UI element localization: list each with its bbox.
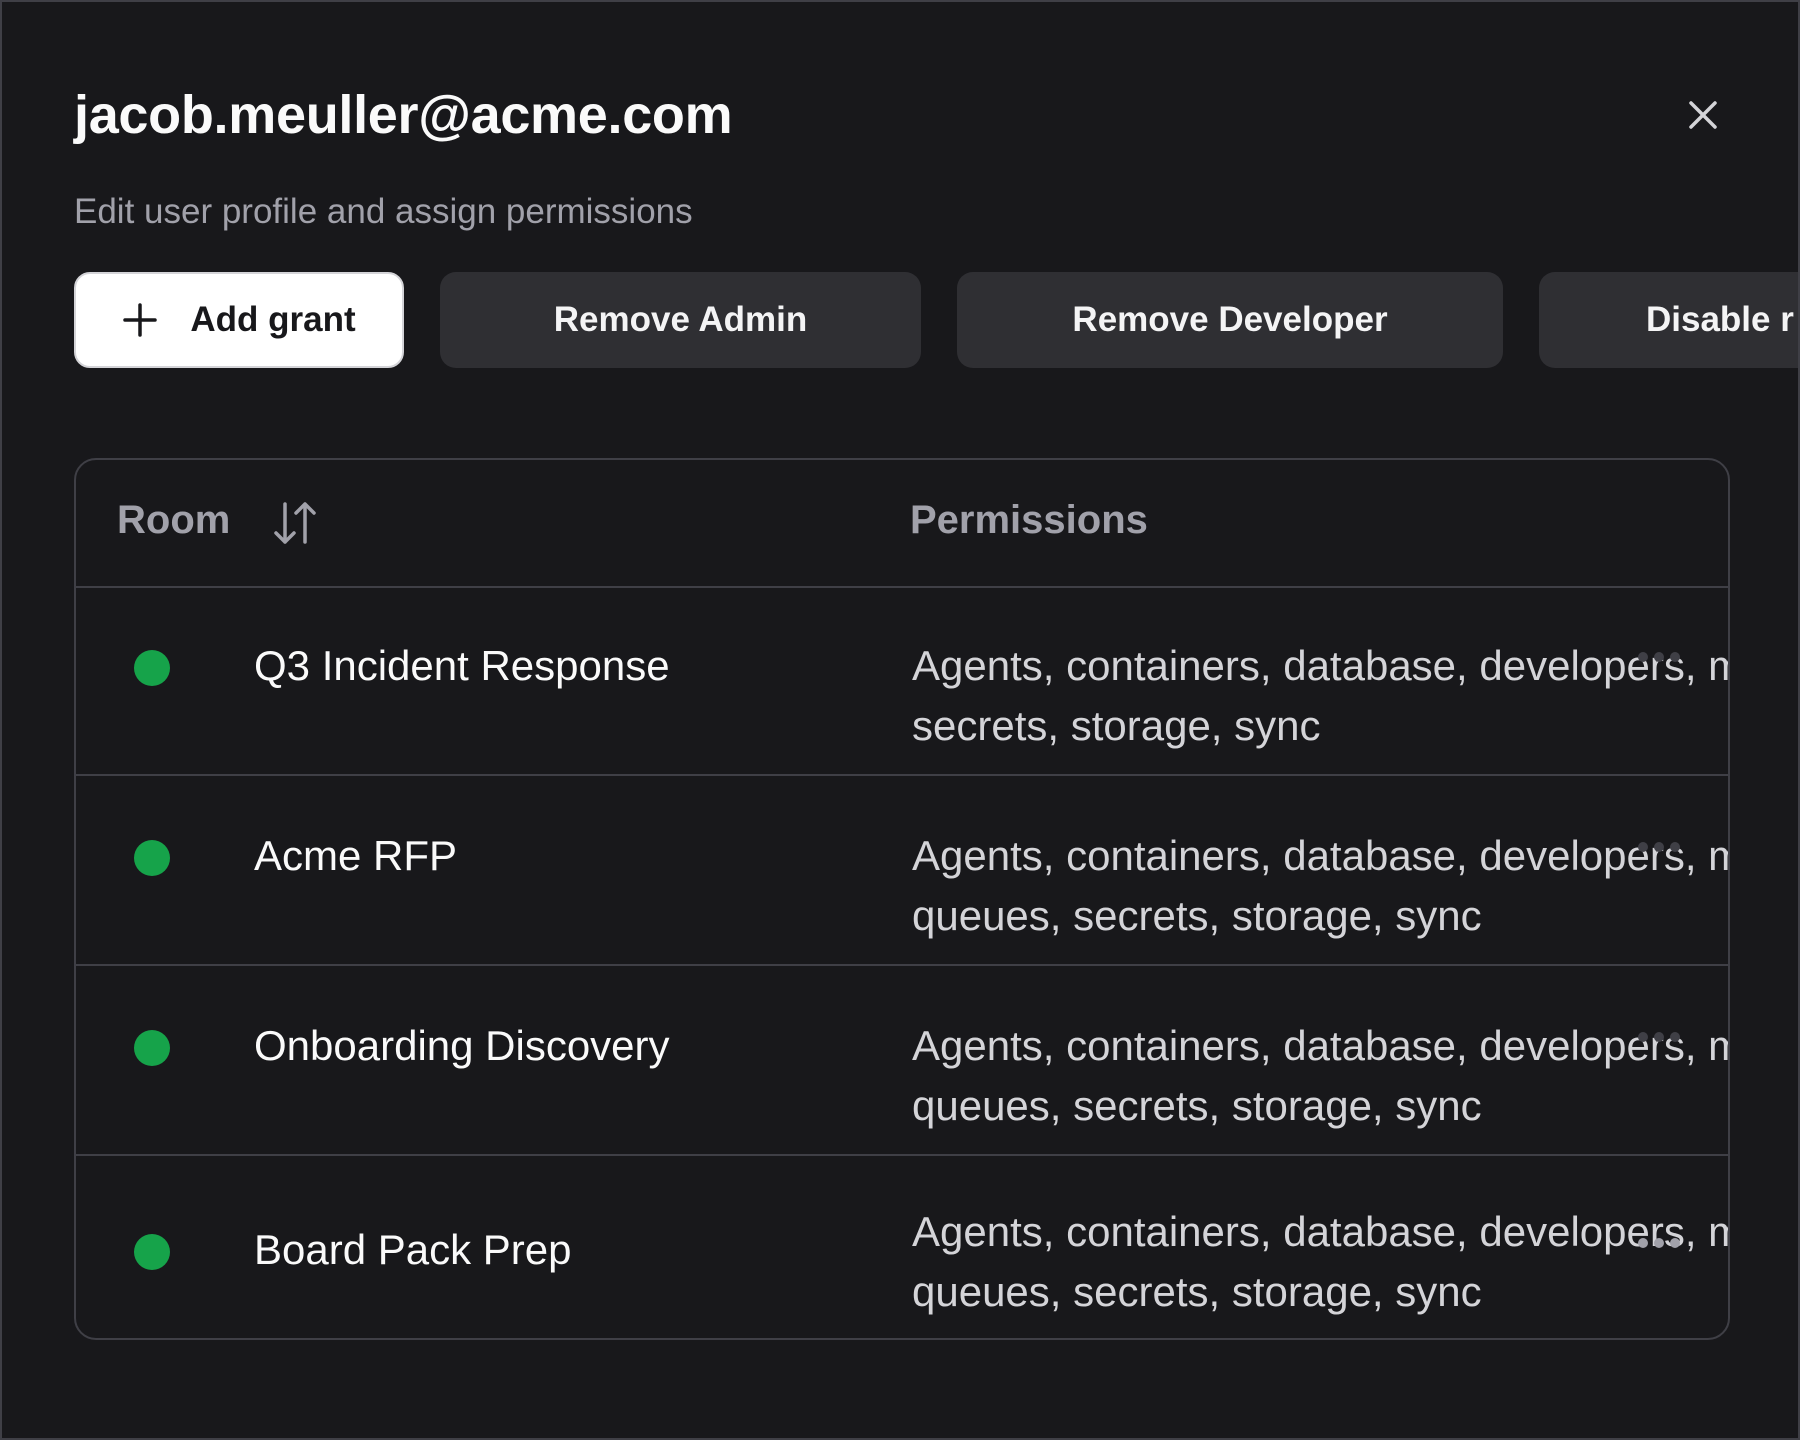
room-name: Q3 Incident Response	[254, 642, 670, 689]
more-options-icon[interactable]	[1638, 1238, 1680, 1250]
room-name: Board Pack Prep	[254, 1226, 572, 1273]
dialog-title: jacob.meuller@acme.com	[74, 85, 733, 145]
close-icon[interactable]	[1678, 90, 1728, 140]
add-grant-button[interactable]: Add grant	[74, 272, 404, 368]
more-options-icon[interactable]	[1638, 1032, 1680, 1044]
permissions-line: Agents, containers, database, developers…	[912, 1208, 1730, 1255]
permissions-text: Agents, containers, database, developers…	[912, 1016, 1730, 1136]
table-row[interactable]: Q3 Incident Response Agents, containers,…	[76, 586, 1728, 776]
user-permissions-dialog: jacob.meuller@acme.com Edit user profile…	[0, 0, 1800, 1440]
table-row[interactable]: Acme RFP Agents, containers, database, d…	[76, 776, 1728, 966]
remove-admin-label: Remove Admin	[553, 300, 808, 339]
dialog-subtitle: Edit user profile and assign permissions	[74, 192, 693, 231]
room-name: Onboarding Discovery	[254, 1022, 670, 1069]
remove-developer-label: Remove Developer	[1072, 300, 1388, 339]
disable-label: Disable r	[1646, 300, 1794, 339]
table-row[interactable]: Onboarding Discovery Agents, containers,…	[76, 966, 1728, 1156]
permissions-line: queues, secrets, storage, sync	[912, 1268, 1482, 1315]
table-row[interactable]: Board Pack Prep Agents, containers, data…	[76, 1156, 1730, 1338]
plus-icon	[123, 303, 158, 337]
permissions-text: Agents, containers, database, developers…	[912, 1202, 1730, 1322]
disable-button[interactable]: Disable r	[1539, 272, 1798, 368]
permissions-line: queues, secrets, storage, sync	[912, 1082, 1482, 1129]
permissions-line: Agents, containers, database, developers…	[912, 642, 1730, 689]
permissions-text: Agents, containers, database, developers…	[912, 636, 1730, 756]
room-name: Acme RFP	[254, 832, 458, 879]
more-options-icon[interactable]	[1638, 842, 1680, 854]
sort-icon[interactable]	[270, 498, 320, 548]
status-dot	[134, 840, 170, 876]
status-dot	[134, 1234, 170, 1270]
permissions-line: Agents, containers, database, developers…	[912, 832, 1730, 879]
remove-developer-button[interactable]: Remove Developer	[957, 272, 1503, 368]
column-header-room[interactable]: Room	[117, 498, 230, 543]
status-dot	[134, 650, 170, 686]
permissions-text: Agents, containers, database, developers…	[912, 826, 1730, 946]
more-options-icon[interactable]	[1638, 652, 1680, 664]
permissions-line: secrets, storage, sync	[912, 702, 1321, 749]
remove-admin-button[interactable]: Remove Admin	[440, 272, 921, 368]
column-header-permissions: Permissions	[910, 498, 1148, 542]
add-grant-label: Add grant	[190, 300, 356, 339]
status-dot	[134, 1030, 170, 1066]
permissions-line: Agents, containers, database, developers…	[912, 1022, 1730, 1069]
permissions-line: queues, secrets, storage, sync	[912, 892, 1482, 939]
grants-table: Room Permissions Q3 Incident Response Ag…	[74, 458, 1730, 1340]
table-header: Room Permissions	[76, 460, 1728, 588]
